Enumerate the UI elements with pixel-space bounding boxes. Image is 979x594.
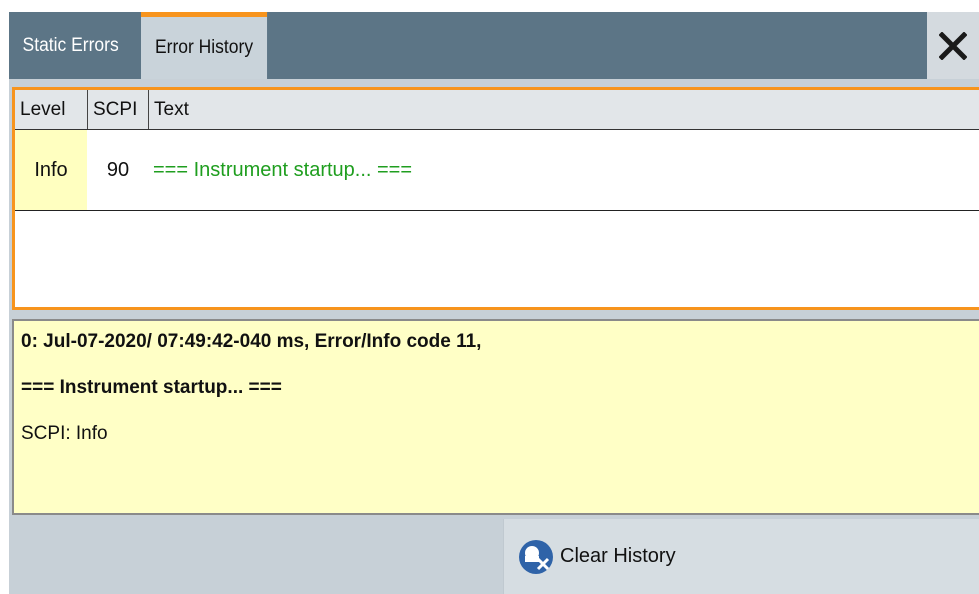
- column-header-text[interactable]: Text: [149, 90, 979, 129]
- tab-error-history[interactable]: Error History: [141, 12, 268, 79]
- error-history-dialog: Static Errors Error History Level SCPI T…: [9, 12, 979, 594]
- error-detail-panel: 0: Jul-07-2020/ 07:49:42-040 ms, Error/I…: [12, 319, 979, 515]
- close-icon: [939, 31, 967, 60]
- tab-static-errors[interactable]: Static Errors: [9, 12, 132, 79]
- clear-history-icon: [519, 539, 553, 574]
- column-header-scpi[interactable]: SCPI: [88, 90, 149, 129]
- clear-history-label: Clear History: [560, 545, 676, 567]
- detail-message-line: === Instrument startup... ===: [21, 377, 282, 398]
- row-text-cell: === Instrument startup... ===: [153, 158, 413, 181]
- detail-timestamp-line: 0: Jul-07-2020/ 07:49:42-040 ms, Error/I…: [21, 331, 482, 352]
- clear-history-button[interactable]: Clear History: [503, 519, 979, 594]
- tab-bar: Static Errors Error History: [9, 12, 979, 79]
- close-button[interactable]: [927, 12, 979, 79]
- row-scpi-cell: 90: [106, 158, 130, 181]
- table-row[interactable]: Info 90 === Instrument startup... ===: [15, 130, 979, 211]
- row-level-cell: Info: [15, 130, 87, 210]
- detail-scpi-line: SCPI: Info: [21, 423, 108, 444]
- error-table: Level SCPI Text Info 90 === Instrument s…: [12, 87, 979, 310]
- table-header: Level SCPI Text: [15, 90, 979, 130]
- column-header-level[interactable]: Level: [15, 90, 88, 129]
